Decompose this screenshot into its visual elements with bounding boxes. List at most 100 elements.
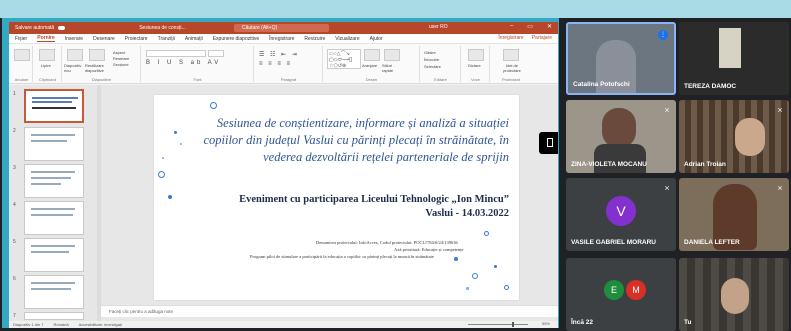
editing-group-label: Editare: [434, 77, 447, 82]
zoom-slider-knob[interactable]: [512, 322, 514, 327]
participant-tile[interactable]: ⋮ Catalina Potofschi: [566, 22, 676, 95]
current-slide[interactable]: Sesiunea de conștientizare, informare și…: [154, 95, 519, 300]
tab-view[interactable]: Vizualizare: [335, 36, 359, 42]
thumbnail-number: 1: [13, 91, 16, 97]
zoom-slider[interactable]: [468, 322, 528, 327]
slide-counter: Diapozitiv 1 din 7: [13, 322, 44, 327]
close-icon[interactable]: ✕: [547, 23, 552, 30]
search-input[interactable]: Căutare (Alt+Q): [234, 24, 329, 32]
minimize-icon[interactable]: –: [510, 23, 513, 30]
thumbnail-number: 7: [13, 313, 16, 319]
tab-help[interactable]: Ajutor: [370, 36, 383, 42]
share-button[interactable]: Partajare: [532, 35, 552, 41]
designer-icon[interactable]: [503, 49, 519, 61]
decor-dot: [466, 287, 469, 290]
thumbnail-number: 6: [13, 276, 16, 282]
notes-pane[interactable]: Faceți clic pentru a adăuga note: [101, 305, 558, 317]
powerpoint-window: Salvare automată Sesiunea de consți... C…: [9, 22, 558, 328]
meeting-control-icon[interactable]: [539, 132, 558, 154]
slide-event-line: Eveniment cu participarea Liceului Tehno…: [239, 194, 509, 205]
select-button[interactable]: Selectare: [424, 64, 441, 69]
undo-icon[interactable]: [14, 49, 30, 61]
slide-thumbnail[interactable]: [24, 164, 84, 198]
find-button[interactable]: Găsire: [424, 50, 436, 55]
participant-name: DANIELA LEFTER: [684, 239, 740, 246]
tab-draw[interactable]: Desenare: [93, 36, 115, 42]
slide-title: Sesiunea de conștientizare, informare și…: [203, 116, 509, 164]
participant-tile[interactable]: ⨯ Adrian Troian: [679, 100, 789, 173]
decor-circle: [484, 231, 489, 236]
tab-insert[interactable]: Inserare: [65, 36, 83, 42]
avatar: M: [626, 280, 646, 300]
tab-design[interactable]: Proiectare: [125, 36, 148, 42]
thumbnail-number: 3: [13, 165, 16, 171]
tab-home[interactable]: Pornire: [37, 35, 55, 42]
reuse-slides-icon[interactable]: [89, 49, 105, 61]
arrange-icon[interactable]: [364, 49, 380, 61]
ribbon-right-actions: Înregistrare Partajare: [498, 35, 552, 41]
user-name[interactable]: user RO: [429, 24, 448, 30]
slide-date: Vaslui - 14.03.2022: [425, 208, 509, 219]
reset-button[interactable]: Resetare: [113, 56, 129, 61]
slide-thumbnail[interactable]: [24, 275, 84, 309]
section-button[interactable]: Secțiune: [113, 62, 129, 67]
more-participants-tile[interactable]: E M Încă 22: [566, 258, 676, 331]
participant-name: Tu: [684, 319, 692, 326]
decor-dot: [494, 265, 497, 268]
decor-circle: [158, 171, 165, 178]
speaking-indicator-icon: ⋮: [658, 30, 668, 40]
paste-icon[interactable]: [39, 49, 55, 61]
decor-dot: [174, 131, 177, 134]
ribbon: Anulare Lipire Clipboard Diapozitiv nou …: [9, 44, 558, 84]
layout-button[interactable]: Aspect: [113, 50, 125, 55]
shapes-gallery[interactable]: ▭○△⌒↘ ▢◇⬭⟶{} ☆⬠↺⊕: [327, 49, 361, 69]
tab-record[interactable]: Înregistrare: [269, 36, 294, 42]
participant-tile[interactable]: TEREZA DAMOC: [679, 22, 789, 95]
tab-transitions[interactable]: Tranziții: [158, 36, 175, 42]
zoom-level[interactable]: 55%: [542, 321, 550, 326]
maximize-icon[interactable]: ▭: [527, 23, 533, 30]
status-bar: Diapozitiv 1 din 7 Română Accesibilitate…: [9, 321, 558, 328]
language-indicator[interactable]: Română: [53, 322, 68, 327]
ribbon-tabs: Fișier Pornire Inserare Desenare Proiect…: [9, 34, 558, 44]
participant-tile[interactable]: ⨯ ZINA-VIOLETA MOCANU: [566, 100, 676, 173]
paragraph-group-label: Paragraf: [280, 77, 297, 82]
paragraph-group: ☰ ☷ ⇤ ⇥ ≡ ≡ ≡ ≡ Paragraf: [255, 46, 323, 82]
participant-name: Adrian Troian: [684, 161, 726, 168]
tab-slideshow[interactable]: Expunere diapozitive: [213, 36, 259, 42]
decor-dot: [180, 143, 182, 145]
slide-thumbnail[interactable]: [24, 89, 84, 123]
quick-styles-icon[interactable]: [384, 49, 400, 61]
participant-name: ZINA-VIOLETA MOCANU: [571, 161, 647, 168]
slides-group: Diapozitiv nou Reutilizare diapozitive A…: [63, 46, 141, 82]
autosave-toggle[interactable]: [58, 26, 66, 30]
slide-priority-axis: Axă prioritară: Educație și competențe: [394, 247, 464, 252]
clipboard-group: Lipire Clipboard: [34, 46, 62, 82]
slide-thumbnail[interactable]: [24, 312, 84, 320]
arrange-label: Aranjare: [362, 63, 378, 68]
tab-animations[interactable]: Animații: [185, 36, 203, 42]
replace-button[interactable]: Înlocuire: [424, 57, 439, 62]
list-buttons[interactable]: ☰ ☷ ⇤ ⇥: [259, 51, 299, 58]
new-slide-icon[interactable]: [67, 49, 83, 61]
participant-video: [602, 108, 636, 148]
tab-review[interactable]: Revizuire: [304, 36, 325, 42]
tab-file[interactable]: Fișier: [15, 36, 27, 42]
align-buttons[interactable]: ≡ ≡ ≡ ≡: [259, 61, 292, 67]
microphone-icon[interactable]: [468, 49, 484, 61]
decor-dot: [454, 257, 458, 261]
participant-tile[interactable]: V ⨯ VASILE GABRIEL MORARU: [566, 178, 676, 251]
slide-thumbnail[interactable]: [24, 127, 84, 161]
self-view-tile[interactable]: Tu: [679, 258, 789, 331]
designer-label: Idei de proiectare: [503, 63, 521, 73]
record-button[interactable]: Înregistrare: [498, 35, 523, 41]
font-format-buttons[interactable]: B I U S ab AV: [146, 60, 221, 66]
font-family-select[interactable]: [146, 50, 206, 57]
participant-tile[interactable]: ⨯ DANIELA LEFTER: [679, 178, 789, 251]
font-size-select[interactable]: [208, 50, 224, 57]
quick-styles-label: Stiluri rapide: [382, 63, 394, 73]
slide-thumbnail[interactable]: [24, 201, 84, 235]
drawing-group-label: Desen: [365, 77, 378, 82]
slide-thumbnail[interactable]: [24, 238, 84, 272]
accessibility-indicator[interactable]: Accesibilitate: investigați: [79, 322, 122, 327]
